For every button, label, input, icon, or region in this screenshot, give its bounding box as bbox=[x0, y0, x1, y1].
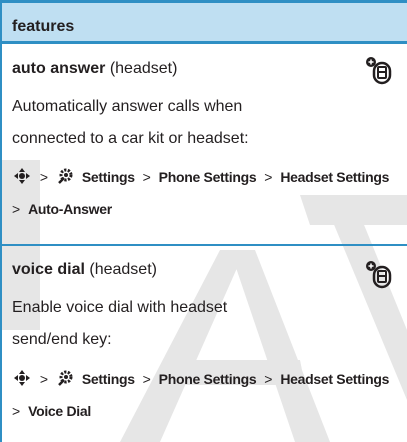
path-separator: > bbox=[142, 169, 151, 185]
path-separator: > bbox=[39, 371, 49, 387]
table-header: features bbox=[2, 0, 407, 44]
feature-qualifier: (headset) bbox=[89, 261, 157, 278]
path-item: Headset Settings bbox=[280, 169, 390, 185]
menu-path: > Settings > Phone Settings > Headset Se… bbox=[12, 161, 389, 225]
feature-row-voice-dial: voice dial (headset) Enable voice dial w… bbox=[2, 246, 407, 442]
feature-name: auto answer bbox=[12, 60, 106, 77]
handsfree-headset-icon bbox=[366, 57, 392, 85]
settings-gear-icon bbox=[58, 370, 73, 386]
menu-path-line-2: > Auto-Answer bbox=[12, 193, 389, 225]
path-item: Phone Settings bbox=[158, 169, 257, 185]
handsfree-headset-icon bbox=[366, 261, 392, 289]
nav-key-icon bbox=[14, 168, 30, 184]
path-separator: > bbox=[264, 169, 273, 185]
feature-title: auto answer (headset) bbox=[12, 60, 177, 78]
path-item: Phone Settings bbox=[158, 371, 257, 387]
menu-path-line-1: > Settings > Phone Settings > Headset Se… bbox=[12, 363, 389, 395]
feature-description: Automatically answer calls when connecte… bbox=[12, 98, 249, 147]
path-item: Headset Settings bbox=[280, 371, 390, 387]
path-item: Auto-Answer bbox=[28, 201, 112, 217]
menu-path-line-2: > Voice Dial bbox=[12, 395, 389, 427]
settings-gear-icon bbox=[58, 168, 73, 184]
header-title: features bbox=[12, 18, 75, 35]
path-separator: > bbox=[142, 371, 151, 387]
menu-path: > Settings > Phone Settings > Headset Se… bbox=[12, 363, 389, 427]
path-separator: > bbox=[12, 201, 21, 217]
feature-description: Enable voice dial with headset send/end … bbox=[12, 299, 228, 348]
nav-key-icon bbox=[14, 370, 30, 386]
features-table: features auto answer (headset) Automatic… bbox=[0, 0, 407, 442]
path-item: Voice Dial bbox=[28, 403, 91, 419]
path-separator: > bbox=[264, 371, 273, 387]
path-item: Settings bbox=[81, 169, 135, 185]
path-item: Settings bbox=[81, 371, 135, 387]
menu-path-line-1: > Settings > Phone Settings > Headset Se… bbox=[12, 161, 389, 193]
path-separator: > bbox=[39, 169, 49, 185]
path-separator: > bbox=[12, 403, 21, 419]
feature-name: voice dial bbox=[12, 261, 85, 278]
feature-qualifier: (headset) bbox=[109, 60, 178, 77]
feature-title: voice dial (headset) bbox=[12, 261, 157, 279]
feature-row-auto-answer: auto answer (headset) Automatically answ… bbox=[2, 44, 407, 246]
